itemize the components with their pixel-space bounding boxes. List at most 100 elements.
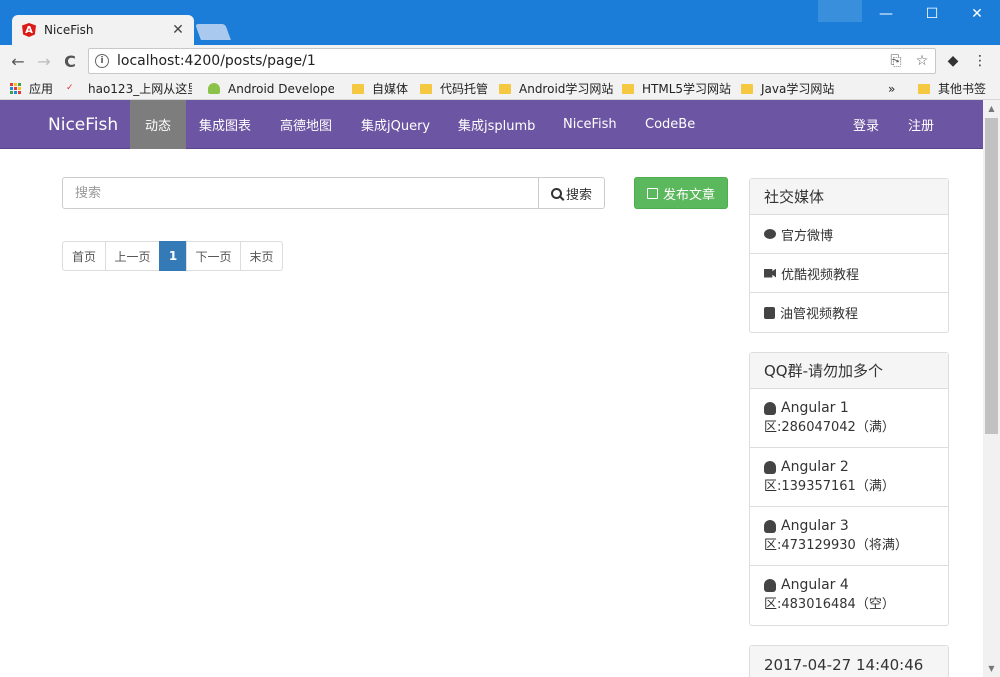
bookmark-folder-java[interactable]: Java学习网站: [741, 80, 834, 97]
search-icon: [550, 187, 562, 199]
page-current[interactable]: 1: [159, 241, 187, 271]
bookmark-label: 应用: [29, 82, 54, 96]
login-link[interactable]: 登录: [838, 100, 894, 149]
search-button[interactable]: 搜索: [539, 177, 605, 209]
back-arrow-icon[interactable]: ←: [6, 49, 30, 73]
bookmark-hao123[interactable]: ✓ hao123_上网从这里: [66, 80, 192, 97]
bookmark-folder-media[interactable]: 自媒体: [352, 80, 408, 97]
browser-toolbar: ← → C i localhost:4200/posts/page/1 ⎘ ☆ …: [0, 45, 1000, 77]
page-scrollbar[interactable]: ▲ ▼: [983, 100, 1000, 677]
scroll-up-arrow-icon[interactable]: ▲: [983, 100, 1000, 117]
bookmark-label: Java学习网站: [761, 82, 835, 96]
publish-button-label: 发布文章: [662, 187, 715, 203]
bookmark-apps[interactable]: 应用: [10, 80, 53, 97]
bookmarks-overflow-icon[interactable]: »: [888, 80, 895, 97]
list-item-youku[interactable]: 优酷视频教程: [750, 254, 948, 293]
bookmark-label: hao123_上网从这里: [88, 82, 192, 96]
qq-icon: [764, 519, 776, 533]
star-icon[interactable]: ☆: [909, 53, 935, 69]
weibo-icon: [764, 229, 776, 239]
qq-groups-panel: QQ群-请勿加多个 Angular 1 区:286047042（满） Angul…: [749, 352, 949, 626]
folder-icon: [741, 83, 753, 94]
android-icon: [208, 83, 220, 94]
register-link[interactable]: 注册: [893, 100, 949, 149]
nav-item-jquery[interactable]: 集成jQuery: [346, 100, 445, 149]
browser-tab[interactable]: A NiceFish ✕: [12, 15, 194, 45]
datetime-text: 2017-04-27 14:40:46: [750, 646, 948, 677]
search-button-label: 搜索: [565, 187, 592, 203]
qq-group-id: 区:473129930（将满）: [764, 538, 908, 553]
publish-post-button[interactable]: 发布文章: [634, 177, 728, 209]
folder-icon: [352, 83, 364, 94]
panel-title: 社交媒体: [750, 179, 948, 215]
folder-icon: [622, 83, 634, 94]
forward-arrow-icon[interactable]: →: [32, 49, 56, 73]
page-last[interactable]: 末页: [240, 241, 283, 271]
profile-icon[interactable]: [818, 0, 862, 22]
menu-kebab-icon[interactable]: ⋮: [970, 51, 990, 71]
qq-group-name: Angular 3: [781, 518, 849, 534]
list-item-label: 优酷视频教程: [781, 267, 860, 283]
list-item-qq-group[interactable]: Angular 4 区:483016484（空）: [750, 566, 948, 624]
list-item-qq-group[interactable]: Angular 2 区:139357161（满）: [750, 448, 948, 507]
tab-title: NiceFish: [44, 23, 94, 37]
list-item-label: 官方微博: [781, 228, 834, 244]
scroll-down-arrow-icon[interactable]: ▼: [983, 660, 1000, 677]
qq-icon: [764, 578, 776, 592]
translate-icon[interactable]: ⎘: [883, 53, 909, 69]
qq-group-name: Angular 1: [781, 400, 849, 416]
qq-icon: [764, 401, 776, 415]
qq-icon: [764, 460, 776, 474]
nav-item-charts[interactable]: 集成图表: [184, 100, 266, 149]
list-item-weibo[interactable]: 官方微博: [750, 215, 948, 254]
video-camera-icon: [764, 268, 776, 278]
new-tab-button[interactable]: [195, 24, 231, 40]
search-group: 搜索: [62, 177, 605, 209]
minimize-button[interactable]: —: [863, 0, 909, 28]
brand-logo[interactable]: NiceFish: [48, 100, 118, 149]
list-item-qq-group[interactable]: Angular 3 区:473129930（将满）: [750, 507, 948, 566]
datetime-panel: 2017-04-27 14:40:46: [749, 645, 949, 677]
page-prev[interactable]: 上一页: [105, 241, 160, 271]
site-navbar: NiceFish 动态 集成图表 高德地图 集成jQuery 集成jsplumb…: [0, 100, 983, 149]
nav-item-amap[interactable]: 高德地图: [265, 100, 347, 149]
window-close-button[interactable]: ✕: [954, 0, 1000, 28]
bookmark-folder-code[interactable]: 代码托管: [420, 80, 488, 97]
evernote-extension-icon[interactable]: ◆: [943, 51, 963, 71]
nav-item-dynamics[interactable]: 动态: [130, 100, 187, 149]
qq-group-name: Angular 2: [781, 459, 849, 475]
bookmark-folder-other[interactable]: 其他书签: [918, 80, 986, 97]
url-text[interactable]: localhost:4200/posts/page/1: [117, 53, 883, 69]
scrollbar-thumb[interactable]: [985, 118, 998, 434]
folder-icon: [420, 83, 432, 94]
search-input[interactable]: [62, 177, 539, 209]
folder-icon: [499, 83, 511, 94]
nav-item-codebe[interactable]: CodeBe: [630, 100, 710, 149]
pagination: 首页 上一页 1 下一页 末页: [62, 241, 283, 271]
page-viewport: NiceFish 动态 集成图表 高德地图 集成jQuery 集成jsplumb…: [0, 100, 983, 677]
bookmark-label: Android学习网站: [519, 82, 614, 96]
address-bar[interactable]: i localhost:4200/posts/page/1 ⎘ ☆: [88, 48, 936, 74]
info-icon[interactable]: i: [95, 54, 109, 68]
browser-titlebar: A NiceFish ✕ — ☐ ✕: [0, 0, 1000, 45]
youtube-icon: [764, 306, 775, 319]
qq-group-id: 区:286047042（满）: [764, 420, 895, 435]
reload-icon[interactable]: C: [58, 49, 82, 73]
list-item-qq-group[interactable]: Angular 1 区:286047042（满）: [750, 389, 948, 448]
tab-close-icon[interactable]: ✕: [168, 22, 188, 38]
bookmark-label: HTML5学习网站: [642, 82, 732, 96]
panel-title: QQ群-请勿加多个: [750, 353, 948, 389]
folder-icon: [918, 83, 930, 94]
hao123-icon: ✓: [66, 82, 74, 93]
bookmark-folder-html5[interactable]: HTML5学习网站: [622, 80, 731, 97]
maximize-button[interactable]: ☐: [909, 0, 955, 28]
page-next[interactable]: 下一页: [186, 241, 241, 271]
nav-item-jsplumb[interactable]: 集成jsplumb: [443, 100, 550, 149]
qq-group-id: 区:139357161（满）: [764, 479, 895, 494]
bookmark-android-developers[interactable]: Android Developers: [208, 80, 334, 97]
page-first[interactable]: 首页: [62, 241, 106, 271]
list-item-youtube[interactable]: 油管视频教程: [750, 293, 948, 332]
bookmark-label: 其他书签: [938, 82, 987, 96]
bookmark-folder-android[interactable]: Android学习网站: [499, 80, 613, 97]
nav-item-nicefish[interactable]: NiceFish: [548, 100, 632, 149]
